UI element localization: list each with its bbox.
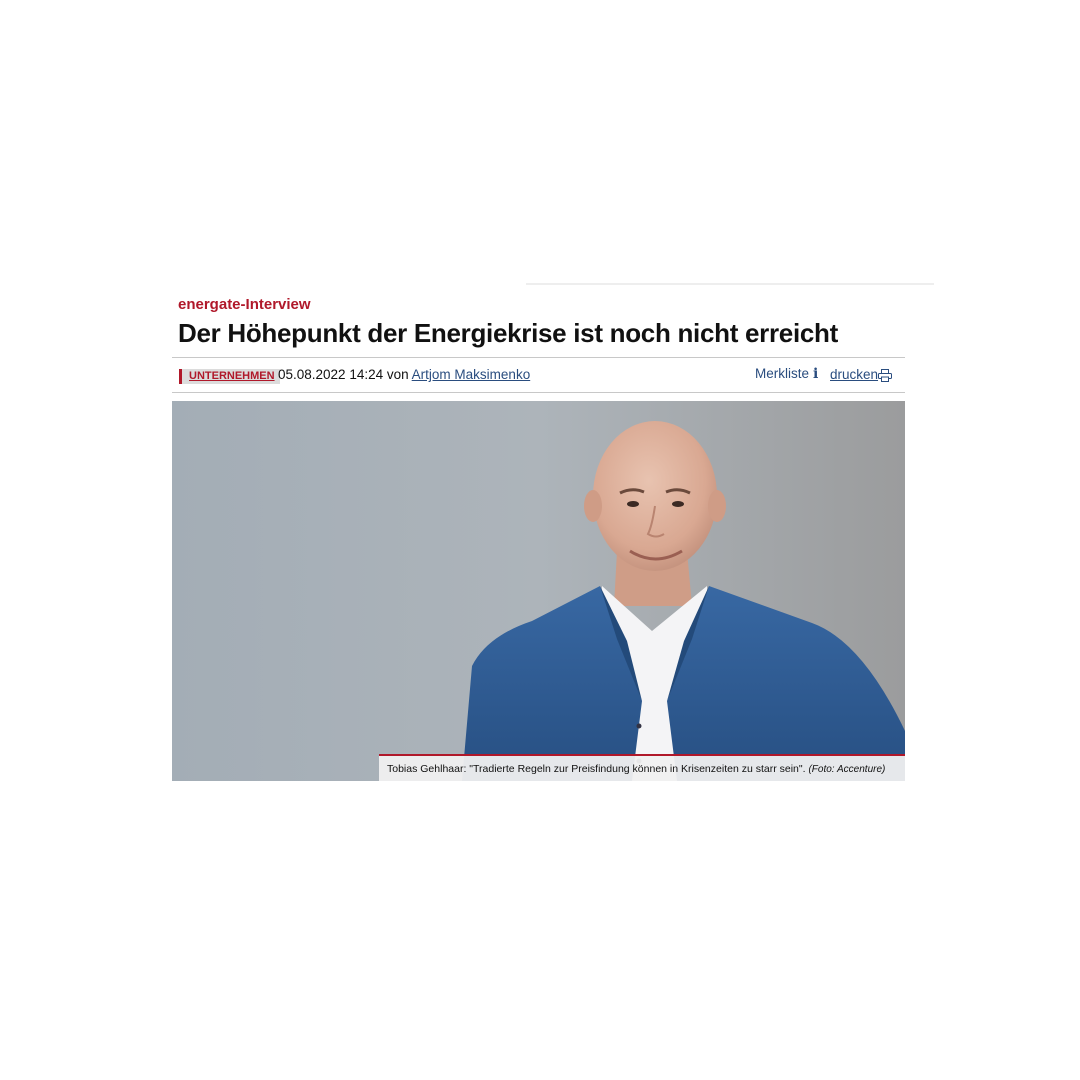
- info-icon: i: [813, 366, 819, 382]
- article-meta: 05.08.2022 14:24 von Artjom Maksimenko: [278, 367, 530, 382]
- author-link[interactable]: Artjom Maksimenko: [412, 367, 531, 382]
- caption-text: Tobias Gehlhaar: "Tradierte Regeln zur P…: [387, 763, 885, 775]
- article-photo: [172, 401, 905, 781]
- photo-credit: (Foto: Accenture): [808, 764, 886, 775]
- bookmark-button[interactable]: Merkliste i: [755, 366, 818, 382]
- article-kicker: energate-Interview: [178, 296, 311, 313]
- printer-icon[interactable]: [878, 369, 892, 382]
- bookmark-label: Merkliste: [755, 366, 810, 381]
- print-button[interactable]: drucken: [830, 367, 878, 382]
- article-meta-bar: UNTERNEHMEN 05.08.2022 14:24 von Artjom …: [172, 357, 905, 393]
- author-prefix: von: [386, 367, 409, 382]
- category-badge[interactable]: UNTERNEHMEN: [179, 369, 280, 384]
- portrait-image: [172, 401, 905, 781]
- photo-caption: Tobias Gehlhaar: "Tradierte Regeln zur P…: [379, 754, 905, 781]
- caption-quote: Tobias Gehlhaar: "Tradierte Regeln zur P…: [387, 763, 806, 775]
- article-headline: Der Höhepunkt der Energiekrise ist noch …: [178, 318, 838, 348]
- publish-datetime: 05.08.2022 14:24: [278, 367, 384, 382]
- top-divider: [526, 283, 934, 285]
